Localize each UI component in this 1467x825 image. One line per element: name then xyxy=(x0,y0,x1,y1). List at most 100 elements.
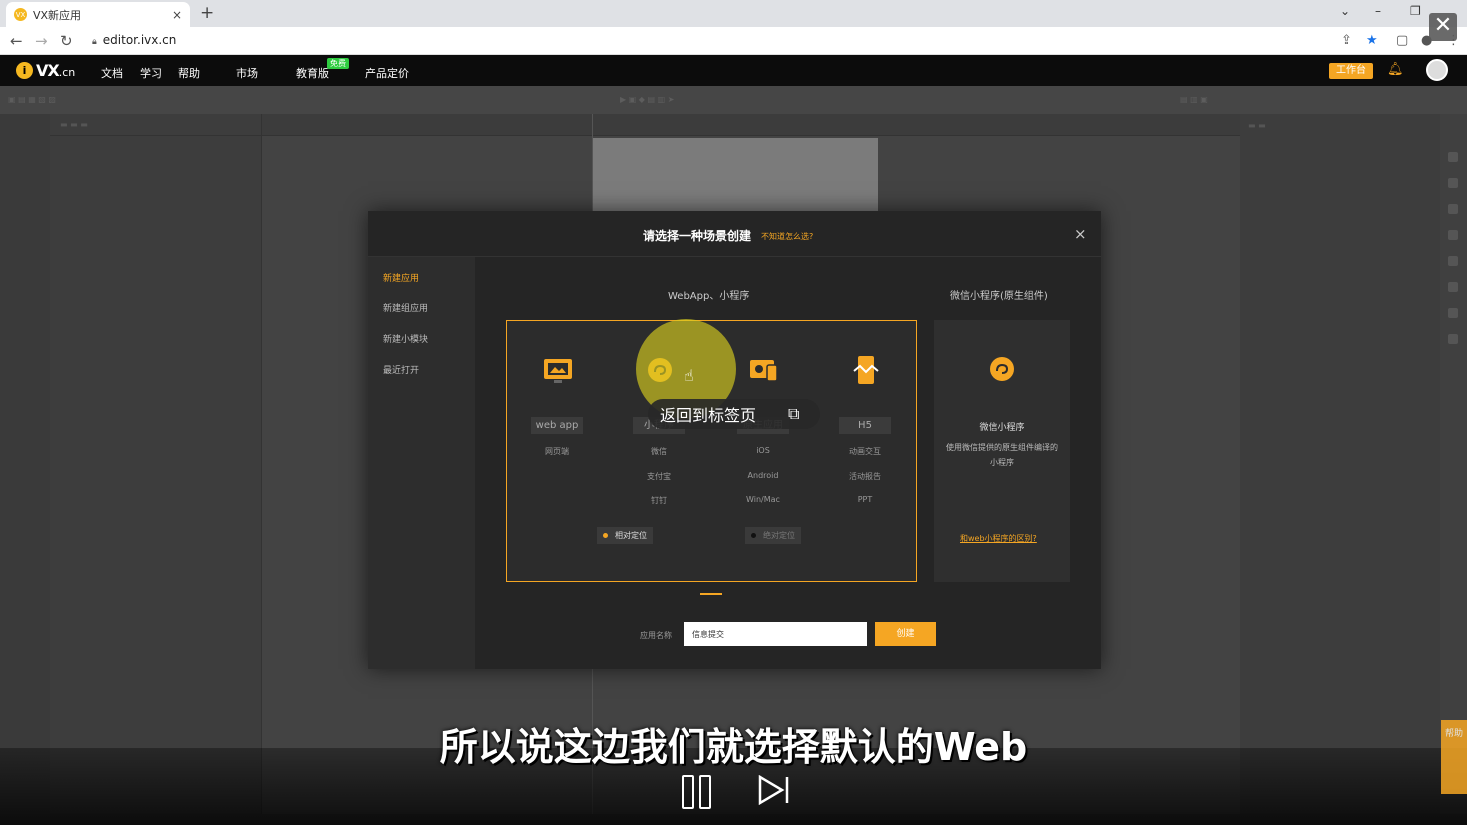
wechat-miniprogram-title: 微信小程序 xyxy=(979,423,1025,433)
tool-icon xyxy=(1448,178,1458,188)
radio-unselected-icon xyxy=(751,533,756,538)
toolbar-icon: ▣ ▤ ▦ ▧ ▨ xyxy=(8,95,56,104)
carousel-indicator xyxy=(700,593,722,595)
skip-next-icon[interactable] xyxy=(758,775,790,805)
new-tab-button[interactable]: + xyxy=(200,3,214,23)
nav-help[interactable]: 帮助 xyxy=(178,65,200,81)
tool-icon xyxy=(1448,334,1458,344)
video-subtitle: 所以说这边我们就选择默认的Web xyxy=(439,725,1028,769)
property-panel-tab: ▬ ▬ xyxy=(1248,121,1266,130)
browser-tab-bar: VX VX新应用 × + ⌄ – ❐ xyxy=(0,0,1467,27)
page-preview xyxy=(593,138,878,211)
difference-link[interactable]: 和web小程序的区别? xyxy=(960,533,1037,544)
bookmark-star-icon[interactable]: ★ xyxy=(1366,33,1378,48)
share-icon[interactable]: ⇪ xyxy=(1341,33,1352,48)
browser-tab[interactable]: VX VX新应用 × xyxy=(6,2,190,27)
wechat-miniprogram-icon xyxy=(990,357,1014,381)
lock-icon: 🔒︎ xyxy=(92,37,97,47)
sidebar-item-new-module[interactable]: 新建小模块 xyxy=(383,332,428,345)
address-bar: ← → ↻ 🔒︎editor.ivx.cn ⇪ ★ ▢ ● ⋮ xyxy=(0,27,1467,55)
vx-logo[interactable]: i VX.cn xyxy=(16,61,75,80)
absolute-position-label: 绝对定位 xyxy=(763,531,795,540)
nav-market[interactable]: 市场 xyxy=(236,65,258,81)
option-h5-sub: 动画交互 xyxy=(849,447,881,456)
back-arrow-icon[interactable]: ← xyxy=(10,32,23,50)
modal-title: 请选择一种场景创建 xyxy=(643,229,752,243)
sidebar-item-recent[interactable]: 最近打开 xyxy=(383,363,419,376)
webapp-icon xyxy=(544,359,572,383)
sidebar-icon[interactable]: ▢ xyxy=(1396,33,1408,48)
user-avatar[interactable] xyxy=(1426,59,1448,81)
url-text: editor.ivx.cn xyxy=(102,33,177,47)
side-tool-strip xyxy=(1440,114,1467,814)
pause-icon[interactable] xyxy=(682,775,711,809)
help-choose-link[interactable]: 不知道怎么选? xyxy=(761,231,813,242)
toolbar-icon: ▤ ▥ ▣ xyxy=(1180,95,1208,104)
screen: VX VX新应用 × + ⌄ – ❐ ← → ↻ 🔒︎ editor.ivx.cn… xyxy=(0,0,1467,825)
nav-learn[interactable]: 学习 xyxy=(140,65,162,81)
tab-title: VX新应用 xyxy=(33,8,82,22)
section-miniprogram-label: 微信小程序(原生组件) xyxy=(950,291,1048,302)
bell-icon[interactable]: 🔔︎ xyxy=(1387,62,1404,77)
layer-panel-tab: ▬ ▬ ▬ xyxy=(50,114,262,136)
option-native-sub: Win/Mac xyxy=(746,495,780,504)
layer-panel: ▬ ▬ ▬ xyxy=(50,114,262,814)
modal-sidebar: 新建应用 新建组应用 新建小模块 最近打开 xyxy=(368,257,475,669)
close-player-button[interactable]: ✕ xyxy=(1429,13,1457,41)
logo-text: VX xyxy=(36,61,60,80)
minimize-icon[interactable]: – xyxy=(1375,4,1381,18)
external-link-icon: ⧉ xyxy=(788,404,800,423)
tool-icon xyxy=(1448,230,1458,240)
hand-cursor-icon: ☝ xyxy=(684,366,694,385)
tool-icon xyxy=(1448,152,1458,162)
option-native-sub: Android xyxy=(747,471,779,480)
ruler xyxy=(262,114,1240,136)
tool-icon xyxy=(1448,204,1458,214)
forward-arrow-icon[interactable]: → xyxy=(35,32,48,50)
option-h5-label[interactable]: H5 xyxy=(839,417,891,434)
app-name-label: 应用名称 xyxy=(640,631,672,640)
wechat-miniprogram-card[interactable]: 微信小程序 使用微信提供的原生组件编译的小程序 和web小程序的区别? xyxy=(934,320,1070,582)
workbench-button[interactable]: 工作台 xyxy=(1329,63,1373,79)
nav-docs[interactable]: 文档 xyxy=(101,65,123,81)
url-field[interactable]: 🔒︎ editor.ivx.cn xyxy=(92,33,176,47)
back-to-tab-button[interactable]: 返回到标签页 ⧉ xyxy=(648,399,820,429)
editor-toolbar: ▣ ▤ ▦ ▧ ▨ ▶ ▣ ◆ ▤ ▥ ➤ ▤ ▥ ▣ xyxy=(0,86,1467,114)
create-button[interactable]: 创建 xyxy=(875,622,936,646)
modal-close-icon[interactable]: × xyxy=(1074,225,1087,243)
help-side-button[interactable]: 帮助 xyxy=(1441,720,1467,794)
option-h5-sub: 活动报告 xyxy=(849,472,881,481)
h5-icon xyxy=(853,356,879,384)
tool-icon xyxy=(1448,256,1458,266)
tab-close-icon[interactable]: × xyxy=(172,8,182,22)
sidebar-item-new-app[interactable]: 新建应用 xyxy=(383,271,419,284)
toolbar-icon: ▶ ▣ ◆ ▤ ▥ ➤ xyxy=(620,95,675,104)
relative-position-label: 相对定位 xyxy=(615,531,647,540)
native-app-icon xyxy=(750,360,778,382)
nav-pricing[interactable]: 产品定价 xyxy=(365,65,409,81)
tool-icon xyxy=(1448,308,1458,318)
reload-icon[interactable]: ↻ xyxy=(60,32,73,50)
app-name-input[interactable] xyxy=(684,622,867,646)
back-to-tab-label: 返回到标签页 xyxy=(660,406,757,425)
option-h5-sub: PPT xyxy=(857,495,873,504)
restore-icon[interactable]: ❐ xyxy=(1410,4,1421,18)
option-miniprogram-sub: 钉钉 xyxy=(651,496,667,505)
nav-education[interactable]: 教育版 xyxy=(296,65,329,81)
option-miniprogram-sub: 微信 xyxy=(651,447,667,456)
logo-suffix: .cn xyxy=(58,66,76,79)
sidebar-item-new-group-app[interactable]: 新建组应用 xyxy=(383,301,428,314)
section-webapp-label: WebApp、小程序 xyxy=(668,291,750,302)
logo-mark-icon: i xyxy=(16,62,33,79)
option-native-sub: iOS xyxy=(756,446,770,455)
relative-position-option[interactable]: 相对定位 xyxy=(597,527,653,544)
radio-selected-icon xyxy=(603,533,608,538)
tab-search-icon[interactable]: ⌄ xyxy=(1340,4,1350,18)
app-header: i VX.cn 文档 学习 帮助 市场 教育版 免费 产品定价 工作台 🔔︎ xyxy=(0,55,1467,86)
absolute-position-option[interactable]: 绝对定位 xyxy=(745,527,801,544)
option-miniprogram-sub: 支付宝 xyxy=(647,472,671,481)
option-webapp-sub: 网页端 xyxy=(545,447,569,456)
tool-icon xyxy=(1448,282,1458,292)
option-webapp-label[interactable]: web app xyxy=(531,417,583,434)
modal-header: 请选择一种场景创建 不知道怎么选? × xyxy=(368,211,1101,257)
